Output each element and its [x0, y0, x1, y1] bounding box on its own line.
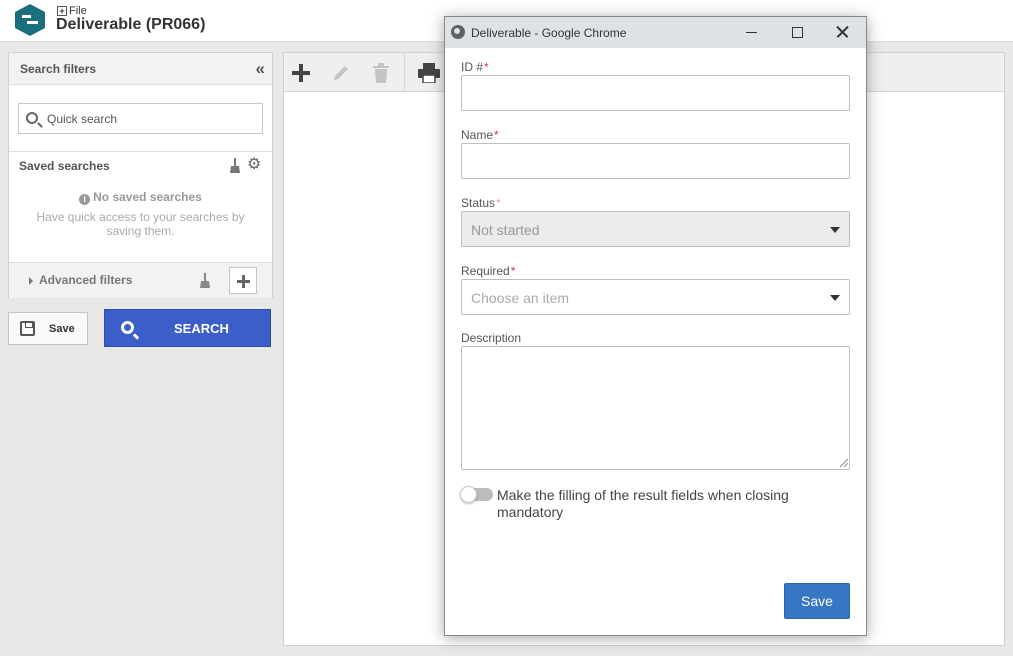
required-select[interactable]: Choose an item	[461, 279, 850, 315]
search-filters-panel: Search filters « Saved searches ⚙ iNo sa…	[8, 52, 273, 298]
no-saved-searches-message: i No saved searches	[9, 190, 272, 205]
toggle-knob	[460, 486, 477, 503]
saved-searches-title: Saved searches	[19, 159, 110, 173]
globe-icon	[451, 25, 465, 39]
chevron-down-icon	[830, 227, 840, 233]
app-logo-icon	[15, 4, 45, 36]
required-mark: *	[484, 60, 489, 74]
search-button-label: SEARCH	[174, 321, 229, 336]
id-field-label: ID #*	[461, 60, 489, 74]
window-title: Deliverable - Google Chrome	[471, 26, 627, 40]
advanced-filters-row[interactable]: Advanced filters	[9, 262, 272, 298]
description-textarea[interactable]	[461, 346, 850, 470]
broom-clear-icon[interactable]	[199, 273, 211, 289]
collapse-double-chevron-icon[interactable]: «	[256, 59, 266, 79]
broom-clear-icon[interactable]	[229, 158, 241, 174]
print-icon[interactable]	[418, 63, 440, 83]
info-icon: i	[79, 194, 91, 205]
status-label-text: Status	[461, 196, 496, 210]
save-filter-label: Save	[49, 323, 75, 335]
status-value: Not started	[471, 222, 540, 238]
page-title: Deliverable (PR066)	[56, 16, 206, 33]
required-placeholder: Choose an item	[471, 290, 570, 306]
save-button[interactable]: Save	[784, 583, 850, 619]
no-saved-searches-text: No saved searches	[93, 190, 202, 204]
search-icon	[121, 321, 134, 334]
trash-icon[interactable]	[372, 63, 390, 84]
quick-search-input[interactable]	[47, 104, 257, 133]
resize-handle-icon[interactable]	[840, 459, 848, 467]
save-filter-button[interactable]: Save	[8, 312, 88, 345]
description-field-label: Description	[461, 331, 522, 345]
required-mark: *	[496, 196, 501, 210]
divider	[9, 151, 272, 152]
search-icon	[26, 112, 38, 124]
filters-title: Search filters	[20, 62, 97, 76]
required-mark: *	[510, 264, 516, 278]
add-icon[interactable]	[292, 64, 310, 82]
chevron-down-icon	[830, 295, 840, 301]
maximize-icon[interactable]	[792, 27, 803, 38]
status-field-label: Status*	[461, 196, 501, 210]
caret-right-icon	[29, 277, 33, 285]
name-label-text: Name	[461, 128, 494, 142]
gear-icon[interactable]: ⚙	[247, 157, 261, 173]
filters-header: Search filters «	[9, 53, 272, 85]
close-icon[interactable]	[834, 24, 850, 40]
minimize-icon[interactable]	[746, 32, 757, 33]
deliverable-popup-window: Deliverable - Google Chrome ID #* Name* …	[444, 16, 867, 636]
mandatory-result-toggle[interactable]	[460, 486, 493, 503]
expand-icon: +	[57, 6, 67, 16]
saved-searches-hint: Have quick access to your searches by sa…	[36, 210, 245, 238]
advanced-filters-label: Advanced filters	[39, 273, 133, 287]
quick-search-box	[18, 103, 263, 134]
name-input[interactable]	[461, 143, 850, 179]
search-button[interactable]: SEARCH	[104, 309, 271, 347]
window-title-bar: Deliverable - Google Chrome	[445, 17, 866, 48]
status-select: Not started	[461, 211, 850, 247]
required-label-text: Required	[461, 264, 510, 278]
floppy-disk-icon	[20, 321, 35, 336]
toolbar-divider	[404, 53, 405, 92]
required-field-label: Required*	[461, 264, 515, 278]
required-mark: *	[494, 128, 499, 142]
add-filter-button[interactable]	[229, 267, 257, 294]
name-field-label: Name*	[461, 128, 499, 142]
id-input[interactable]	[461, 75, 850, 111]
id-label-text: ID #	[461, 60, 484, 74]
mandatory-result-toggle-label: Make the filling of the result fields wh…	[497, 487, 789, 520]
edit-pencil-icon[interactable]	[331, 63, 351, 83]
